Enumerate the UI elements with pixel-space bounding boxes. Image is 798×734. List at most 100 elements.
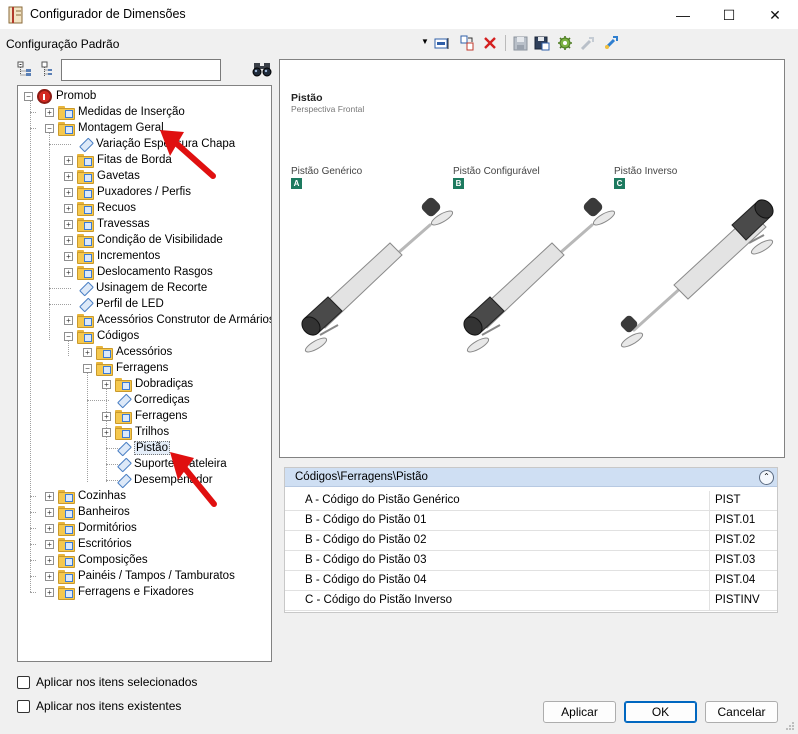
property-row[interactable]: A - Código do Pistão Genérico PIST xyxy=(285,491,777,511)
tree-item-variacao-espessura[interactable]: Variação Espessura Chapa xyxy=(77,136,235,152)
save-as-icon[interactable] xyxy=(533,34,551,52)
expand-toggle-icon[interactable]: + xyxy=(45,587,54,597)
apply-existing-checkbox[interactable] xyxy=(17,699,30,713)
expand-toggle-icon[interactable]: + xyxy=(45,507,54,517)
expand-toggle-icon[interactable]: + xyxy=(64,235,73,245)
expand-toggle-icon[interactable]: + xyxy=(102,411,111,421)
tree-item-codigos[interactable]: − Códigos xyxy=(64,328,139,344)
expand-toggle-icon[interactable]: + xyxy=(64,219,73,229)
configuration-dropdown-arrow[interactable]: ▼ xyxy=(421,37,429,46)
collapse-toggle-icon[interactable]: − xyxy=(45,123,54,133)
tree-item-ferragens-sub[interactable]: + Ferragens xyxy=(102,408,187,424)
collapse-category-icon[interactable]: ⌃ xyxy=(759,470,774,485)
expand-toggle-icon[interactable]: + xyxy=(64,315,73,325)
tree-item-escritorios[interactable]: + Escritórios xyxy=(45,536,132,552)
property-grid[interactable]: Códigos\Ferragens\Pistão ⌃ A - Código do… xyxy=(284,467,778,613)
apply-selected-checkbox[interactable] xyxy=(17,675,30,689)
ok-button[interactable]: OK xyxy=(624,701,697,723)
expand-toggle-icon[interactable]: + xyxy=(45,539,54,549)
apply-existing-option[interactable]: Aplicar nos itens existentes xyxy=(17,699,181,713)
tree-item-dormitorios[interactable]: + Dormitórios xyxy=(45,520,137,536)
tree-item-label: Montagem Geral xyxy=(78,122,164,134)
expand-toggle-icon[interactable]: + xyxy=(64,155,73,165)
tree-item-montagem-geral[interactable]: − Montagem Geral xyxy=(45,120,164,136)
binoculars-search-icon[interactable] xyxy=(252,61,272,77)
maximize-button[interactable]: ☐ xyxy=(706,0,752,30)
tree-item-paineis[interactable]: + Painéis / Tampos / Tamburatos xyxy=(45,568,235,584)
property-value[interactable]: PIST.03 xyxy=(711,551,777,570)
property-value[interactable]: PIST.01 xyxy=(711,511,777,530)
minimize-button[interactable]: — xyxy=(660,0,706,30)
collapse-toggle-icon[interactable]: − xyxy=(83,363,92,373)
tree-item-travessas[interactable]: + Travessas xyxy=(64,216,150,232)
expand-toggle-icon[interactable]: + xyxy=(64,203,73,213)
property-value[interactable]: PIST.04 xyxy=(711,571,777,590)
expand-all-icon[interactable] xyxy=(17,61,33,79)
category-tree[interactable]: − Promob + Medidas de Inserção − Montage… xyxy=(17,85,272,662)
cancel-button[interactable]: Cancelar xyxy=(705,701,778,723)
property-value[interactable]: PIST xyxy=(711,491,777,510)
resize-grip-icon[interactable] xyxy=(785,721,795,731)
tree-item-suporte-prateleira[interactable]: Suporte Prateleira xyxy=(115,456,227,472)
tree-item-medidas-insercao[interactable]: + Medidas de Inserção xyxy=(45,104,185,120)
property-row[interactable]: B - Código do Pistão 04 PIST.04 xyxy=(285,571,777,591)
expand-toggle-icon[interactable]: + xyxy=(45,491,54,501)
delete-config-icon[interactable] xyxy=(481,34,499,52)
tree-item-dobradicas[interactable]: + Dobradiças xyxy=(102,376,193,392)
tree-item-ferragens-fixadores[interactable]: + Ferragens e Fixadores xyxy=(45,584,194,600)
import-icon[interactable] xyxy=(602,34,620,52)
expand-toggle-icon[interactable]: + xyxy=(45,571,54,581)
property-value[interactable]: PISTINV xyxy=(711,591,777,610)
tree-item-deslocamento-rasgos[interactable]: + Deslocamento Rasgos xyxy=(64,264,213,280)
expand-toggle-icon[interactable]: + xyxy=(102,427,111,437)
tree-item-promob[interactable]: − Promob xyxy=(24,88,96,104)
expand-toggle-icon[interactable]: + xyxy=(45,107,54,117)
export-icon[interactable] xyxy=(579,34,597,52)
folder-icon xyxy=(115,377,132,392)
apply-button[interactable]: Aplicar xyxy=(543,701,616,723)
tree-item-recuos[interactable]: + Recuos xyxy=(64,200,136,216)
property-row[interactable]: C - Código do Pistão Inverso PISTINV xyxy=(285,591,777,611)
expand-toggle-icon[interactable]: + xyxy=(64,187,73,197)
tree-item-banheiros[interactable]: + Banheiros xyxy=(45,504,130,520)
tree-item-perfil-led[interactable]: Perfil de LED xyxy=(77,296,164,312)
tree-item-composicoes[interactable]: + Composições xyxy=(45,552,148,568)
piston-inverse-image xyxy=(620,199,774,348)
tree-item-ferragens-group[interactable]: − Ferragens xyxy=(83,360,168,376)
tree-item-cozinhas[interactable]: + Cozinhas xyxy=(45,488,126,504)
tree-item-desempenador[interactable]: Desempenador xyxy=(115,472,213,488)
expand-toggle-icon[interactable]: + xyxy=(102,379,111,389)
tree-item-trilhos[interactable]: + Trilhos xyxy=(102,424,169,440)
property-row[interactable]: B - Código do Pistão 01 PIST.01 xyxy=(285,511,777,531)
collapse-toggle-icon[interactable]: − xyxy=(64,331,73,341)
tree-item-incrementos[interactable]: + Incrementos xyxy=(64,248,160,264)
property-value[interactable]: PIST.02 xyxy=(711,531,777,550)
property-row[interactable]: B - Código do Pistão 03 PIST.03 xyxy=(285,551,777,571)
expand-toggle-icon[interactable]: + xyxy=(83,347,92,357)
tree-search-input[interactable] xyxy=(61,59,221,81)
tree-item-fitas-borda[interactable]: + Fitas de Borda xyxy=(64,152,172,168)
tree-item-puxadores[interactable]: + Puxadores / Perfis xyxy=(64,184,191,200)
expand-toggle-icon[interactable]: + xyxy=(45,555,54,565)
tree-item-usinagem-recorte[interactable]: Usinagem de Recorte xyxy=(77,280,207,296)
expand-toggle-icon[interactable]: + xyxy=(64,251,73,261)
settings-icon[interactable] xyxy=(556,34,574,52)
expand-toggle-icon[interactable]: + xyxy=(64,171,73,181)
tree-item-acessorios-construtor[interactable]: + Acessórios Construtor de Armários xyxy=(64,312,271,328)
tree-item-condicao-visibilidade[interactable]: + Condição de Visibilidade xyxy=(64,232,223,248)
copy-config-icon[interactable] xyxy=(458,34,476,52)
tree-item-pistao[interactable]: Pistão xyxy=(115,440,170,456)
tree-item-corredicas[interactable]: Corrediças xyxy=(115,392,190,408)
select-config-icon[interactable] xyxy=(433,34,451,52)
close-button[interactable]: ✕ xyxy=(752,0,798,30)
save-icon[interactable] xyxy=(511,34,529,52)
apply-selected-option[interactable]: Aplicar nos itens selecionados xyxy=(17,675,197,689)
property-row[interactable]: B - Código do Pistão 02 PIST.02 xyxy=(285,531,777,551)
expand-toggle-icon[interactable]: + xyxy=(45,523,54,533)
collapse-all-icon[interactable] xyxy=(39,61,55,79)
folder-icon xyxy=(58,553,75,568)
collapse-toggle-icon[interactable]: − xyxy=(24,91,33,101)
tree-item-acessorios[interactable]: + Acessórios xyxy=(83,344,172,360)
expand-toggle-icon[interactable]: + xyxy=(64,267,73,277)
tree-item-gavetas[interactable]: + Gavetas xyxy=(64,168,140,184)
